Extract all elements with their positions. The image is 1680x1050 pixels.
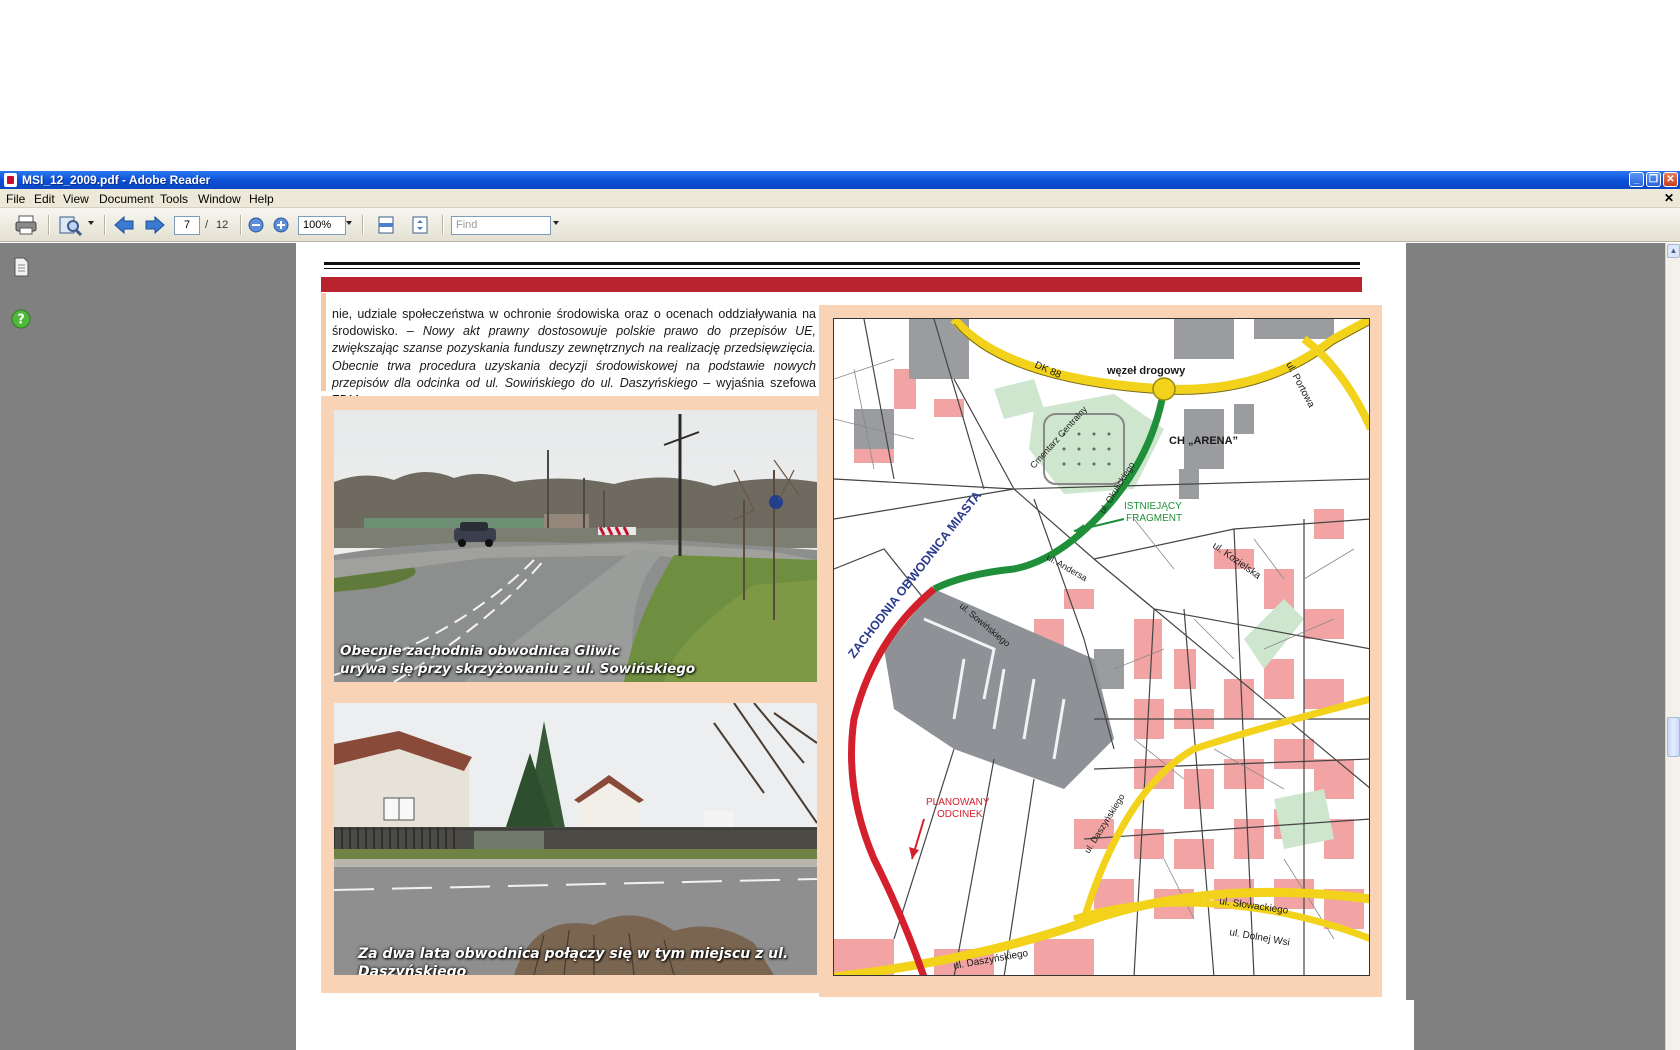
- photo2-caption: Za dwa lata obwodnica połączy się w tym …: [358, 946, 789, 975]
- article-text-column: nie, udziale społeczeństwa w ochronie śr…: [321, 293, 816, 407]
- menu-file[interactable]: File: [6, 192, 25, 206]
- adobe-reader-icon: [4, 173, 17, 187]
- header-rule: [324, 262, 1360, 265]
- fit-width-button[interactable]: [374, 214, 398, 236]
- search-documents-icon: [59, 216, 83, 236]
- label-arena: CH „ARENA”: [1169, 435, 1238, 447]
- help-icon: ?: [11, 309, 31, 329]
- label-planowany-1: PLANOWANY: [926, 797, 990, 808]
- label-istniejacy-1: ISTNIEJĄCY: [1124, 501, 1182, 512]
- label-wezel: węzeł drogowy: [1106, 365, 1186, 377]
- zoom-in-icon: [273, 217, 289, 233]
- toolbar: 7 / 12 100% Find: [0, 208, 1680, 242]
- zoom-out-icon: [248, 217, 264, 233]
- page-separator: /: [205, 219, 209, 231]
- help-button[interactable]: ?: [11, 309, 31, 334]
- red-band: [321, 277, 1362, 292]
- window-controls: _ ❐ ✕: [1629, 172, 1678, 187]
- photo-road-roundabout: Obecnie zachodnia obwodnica Gliwic urywa…: [334, 410, 817, 682]
- arrow-left-icon: [114, 215, 134, 235]
- fit-page-icon: [412, 216, 428, 234]
- menu-window[interactable]: Window: [198, 192, 241, 206]
- scroll-up-icon[interactable]: ▲: [1667, 244, 1680, 258]
- page-number-input[interactable]: 7: [174, 216, 200, 235]
- label-istniejacy-2: FRAGMENT: [1126, 513, 1182, 524]
- arrow-right-icon: [145, 215, 165, 235]
- fit-page-button[interactable]: [408, 214, 432, 236]
- vertical-scrollbar[interactable]: ▲: [1665, 243, 1680, 1050]
- pages-icon: [14, 257, 29, 277]
- photo1-caption: Obecnie zachodnia obwodnica Gliwic urywa…: [340, 643, 696, 677]
- close-button[interactable]: ✕: [1663, 172, 1678, 187]
- menu-edit[interactable]: Edit: [34, 192, 55, 206]
- pdf-page: nie, udziale społeczeństwa w ochronie śr…: [296, 243, 1414, 1050]
- menu-view[interactable]: View: [63, 192, 89, 206]
- zoom-out-button[interactable]: [246, 214, 266, 236]
- zoom-level-input[interactable]: 100%: [298, 216, 346, 235]
- menu-document[interactable]: Document: [99, 192, 154, 206]
- total-pages: 12: [216, 219, 229, 231]
- printer-icon: [15, 215, 37, 235]
- article-paragraph: nie, udziale społeczeństwa w ochronie śr…: [332, 307, 816, 407]
- zoom-in-button[interactable]: [271, 214, 291, 236]
- organizer-button[interactable]: [56, 214, 86, 236]
- photo-street-house: Za dwa lata obwodnica połączy się w tym …: [334, 703, 817, 975]
- scrollbar-thumb[interactable]: [1667, 717, 1680, 757]
- window-titlebar[interactable]: MSI_12_2009.pdf - Adobe Reader _ ❐ ✕: [0, 171, 1680, 189]
- menu-tools[interactable]: Tools: [160, 192, 188, 206]
- svg-text:?: ?: [17, 313, 25, 328]
- print-button[interactable]: [12, 214, 40, 236]
- route-map: DK 88 węzeł drogowy ul. Portowa Cmentarz…: [833, 318, 1370, 976]
- find-dropdown-icon[interactable]: [553, 221, 559, 225]
- fit-width-icon: [378, 216, 394, 234]
- header-rule-thin: [324, 268, 1360, 269]
- next-page-button[interactable]: [143, 214, 167, 236]
- minimize-button[interactable]: _: [1629, 172, 1644, 187]
- menu-help[interactable]: Help: [249, 192, 274, 206]
- window-title: MSI_12_2009.pdf - Adobe Reader: [22, 173, 211, 187]
- document-close-icon[interactable]: ✕: [1664, 191, 1674, 205]
- previous-page-button[interactable]: [112, 214, 136, 236]
- restore-button[interactable]: ❐: [1646, 172, 1661, 187]
- menubar: File Edit View Document Tools Window Hel…: [0, 189, 1680, 208]
- pages-panel-button[interactable]: [12, 257, 30, 282]
- navigation-pane: ?: [0, 243, 42, 1050]
- zoom-dropdown-icon[interactable]: [346, 221, 352, 225]
- label-planowany-2: ODCINEK: [937, 809, 983, 820]
- find-input[interactable]: Find: [451, 216, 551, 235]
